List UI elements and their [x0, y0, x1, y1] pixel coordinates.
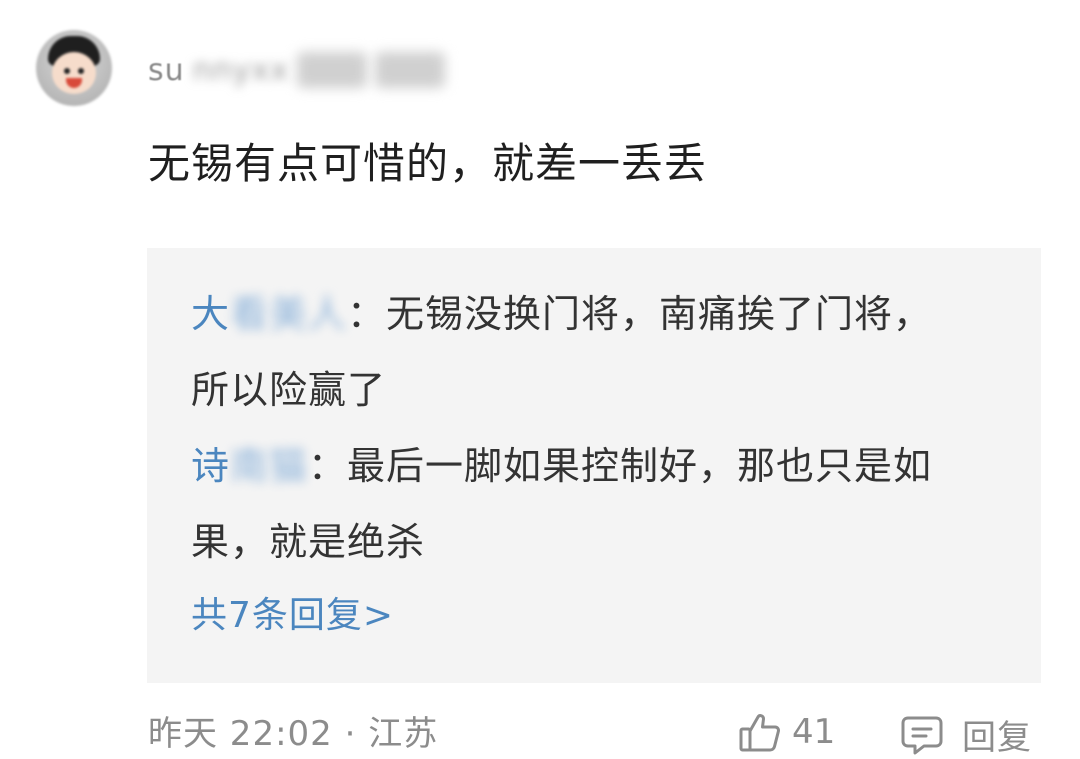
thumbs-up-icon	[738, 710, 782, 754]
reply-item[interactable]: 诗南猫：最后一脚如果控制好，那也只是如果，就是绝杀	[191, 428, 971, 580]
username-blur-mask-2	[374, 52, 445, 88]
reply-author[interactable]: 诗南猫	[191, 444, 308, 488]
comment-bubble-icon	[900, 713, 944, 757]
comment-username[interactable]: su nnyxx	[148, 52, 445, 88]
username-visible: su	[148, 52, 185, 88]
like-button[interactable]: 41	[738, 710, 835, 754]
reply-item[interactable]: 大看美人：无锡没换门将，南痛挨了门将，所以险赢了	[191, 276, 971, 428]
replies-panel[interactable]: 大看美人：无锡没换门将，南痛挨了门将，所以险赢了 诗南猫：最后一脚如果控制好，那…	[147, 248, 1041, 683]
reply-label: 回复	[962, 718, 1032, 758]
comment-timestamp-location: 昨天 22:02 · 江苏	[148, 714, 439, 754]
reply-author[interactable]: 大看美人	[191, 292, 347, 336]
view-all-replies-link[interactable]: 共7条回复>	[191, 586, 394, 646]
like-count: 41	[792, 712, 836, 752]
username-blur-mask	[296, 52, 367, 88]
reply-button[interactable]: 回复	[900, 710, 1032, 759]
avatar[interactable]	[36, 30, 112, 106]
comment-text: 无锡有点可惜的，就差一丢丢	[148, 139, 708, 188]
username-blurred: nnyxx	[192, 52, 289, 88]
